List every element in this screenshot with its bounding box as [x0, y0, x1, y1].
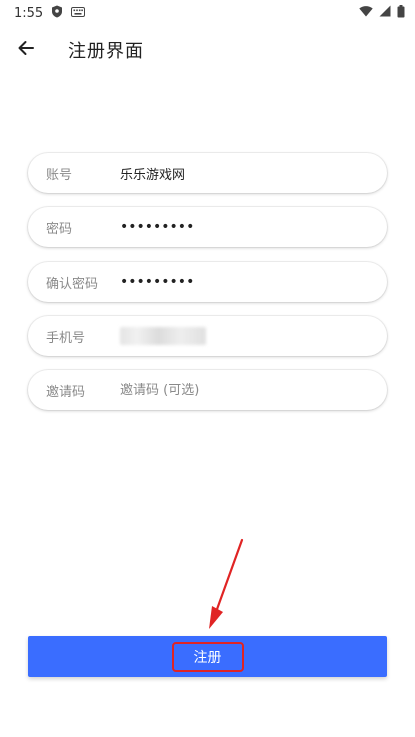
keyboard-icon [71, 6, 86, 21]
confirm-password-value[interactable]: ••••••••• [120, 274, 340, 290]
account-field[interactable]: 账号 乐乐游戏网 [28, 153, 387, 193]
shield-icon [51, 5, 63, 22]
invite-code-label: 邀请码 [46, 384, 86, 400]
page-title: 注册界面 [68, 41, 144, 62]
phone-value-redacted[interactable] [120, 327, 206, 345]
register-button[interactable]: 注册 [28, 636, 387, 677]
password-label: 密码 [46, 221, 73, 237]
wifi-icon [359, 5, 373, 21]
register-button-label: 注册 [193, 649, 222, 666]
phone-field[interactable]: 手机号 [28, 316, 387, 356]
app-bar: 注册界面 [0, 26, 415, 74]
status-bar: 1:55 [0, 0, 415, 26]
invite-code-input[interactable] [120, 382, 340, 398]
account-value[interactable]: 乐乐游戏网 [120, 164, 340, 183]
battery-icon [397, 4, 405, 22]
account-label: 账号 [46, 167, 73, 183]
annotation-arrow [209, 538, 244, 629]
status-time: 1:55 [14, 5, 44, 21]
arrow-left-icon [17, 39, 35, 61]
signal-icon [379, 5, 391, 21]
confirm-password-label: 确认密码 [46, 276, 99, 292]
phone-label: 手机号 [46, 330, 86, 346]
password-field[interactable]: 密码 ••••••••• [28, 207, 387, 247]
confirm-password-field[interactable]: 确认密码 ••••••••• [28, 262, 387, 302]
password-value[interactable]: ••••••••• [120, 219, 340, 235]
back-button[interactable] [2, 26, 50, 74]
invite-code-field[interactable]: 邀请码 [28, 370, 387, 410]
